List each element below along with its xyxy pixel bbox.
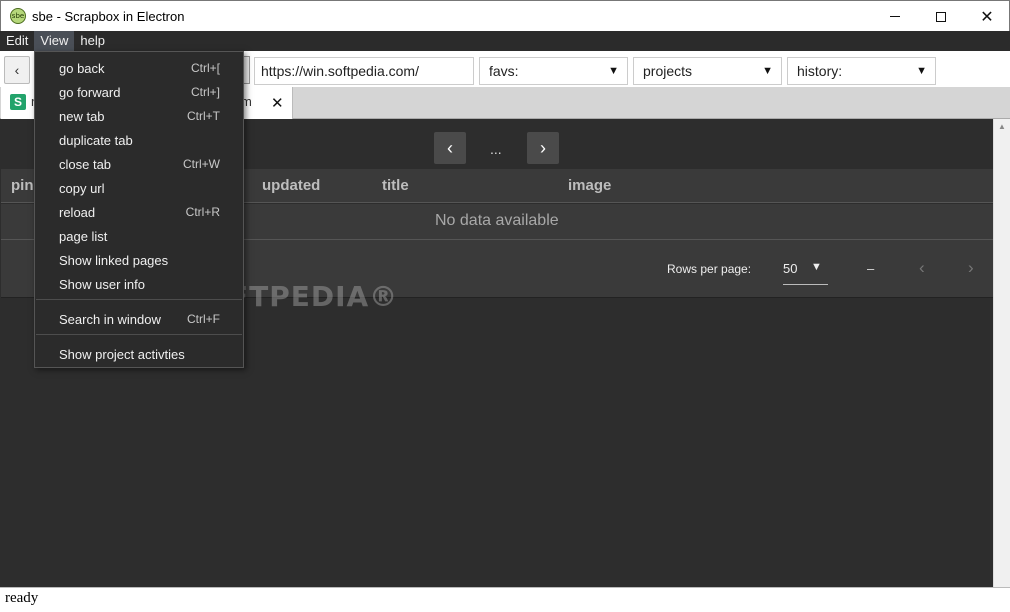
app-icon: sbe: [10, 8, 26, 24]
chevron-right-icon: ›: [540, 137, 546, 158]
favs-select[interactable]: favs: ▼: [479, 57, 628, 85]
menu-item-new-tab[interactable]: new tab Ctrl+T: [35, 104, 243, 128]
favs-select-value: favs:: [489, 63, 519, 79]
menu-item-label: Search in window: [59, 312, 161, 327]
vertical-scrollbar[interactable]: ▲: [993, 119, 1010, 587]
menu-item-go-forward[interactable]: go forward Ctrl+]: [35, 80, 243, 104]
rows-per-page-select[interactable]: 50 ▼: [783, 257, 828, 285]
menu-item-shortcut: Ctrl+F: [187, 312, 220, 326]
menu-item-search-in-window[interactable]: Search in window Ctrl+F: [35, 307, 243, 331]
status-bar: ready: [0, 587, 1010, 612]
table-next-page-icon[interactable]: ›: [968, 258, 974, 278]
menu-item-label: Show user info: [59, 277, 145, 292]
menu-view[interactable]: View: [34, 31, 75, 51]
menu-item-show-project-activities[interactable]: Show project activties: [35, 342, 243, 366]
empty-table-message: No data available: [435, 212, 559, 229]
column-header-title[interactable]: title: [382, 177, 409, 194]
menu-item-label: new tab: [59, 109, 105, 124]
menu-bar: Edit View help: [0, 31, 1010, 51]
menu-item-duplicate-tab[interactable]: duplicate tab: [35, 128, 243, 152]
menu-item-label: duplicate tab: [59, 133, 133, 148]
column-header-image[interactable]: image: [568, 177, 611, 194]
menu-item-label: go forward: [59, 85, 121, 100]
menu-item-close-tab[interactable]: close tab Ctrl+W: [35, 152, 243, 176]
back-button[interactable]: ‹: [4, 56, 30, 84]
page-range-text: –: [867, 261, 875, 276]
projects-select-value: projects: [643, 63, 693, 79]
menu-item-shortcut: Ctrl+R: [185, 205, 220, 219]
column-header-pin[interactable]: pin: [11, 177, 34, 194]
menu-item-label: copy url: [59, 181, 105, 196]
menu-item-label: reload: [59, 205, 96, 220]
chevron-down-icon: ▼: [608, 65, 619, 77]
url-input[interactable]: [254, 57, 474, 85]
history-select[interactable]: history: ▼: [787, 57, 936, 85]
tab-close-icon[interactable]: ✕: [271, 94, 284, 112]
status-text: ready: [5, 590, 39, 606]
menu-item-label: page list: [59, 229, 108, 244]
chevron-down-icon: ▼: [811, 261, 822, 273]
menu-item-label: Show linked pages: [59, 253, 169, 268]
menu-item-shortcut: Ctrl+]: [190, 85, 220, 99]
menu-item-shortcut: Ctrl+W: [183, 157, 220, 171]
menu-item-go-back[interactable]: go back Ctrl+[: [35, 56, 243, 80]
favicon-icon: S: [10, 94, 26, 110]
history-select-value: history:: [797, 63, 843, 79]
maximize-icon: [936, 11, 946, 22]
menu-item-copy-url[interactable]: copy url: [35, 176, 243, 200]
menu-item-label: close tab: [59, 157, 112, 172]
menu-item-show-linked-pages[interactable]: Show linked pages: [35, 248, 243, 272]
minimize-button[interactable]: [872, 1, 918, 32]
next-page-button[interactable]: ›: [527, 132, 559, 164]
chevron-down-icon: ▼: [762, 65, 773, 77]
rows-per-page-label: Rows per page:: [667, 262, 752, 276]
menu-help[interactable]: help: [74, 31, 111, 51]
prev-page-button[interactable]: ‹: [434, 132, 466, 164]
rows-per-page-value: 50: [783, 261, 798, 276]
menu-item-reload[interactable]: reload Ctrl+R: [35, 200, 243, 224]
title-bar: sbe sbe - Scrapbox in Electron ✕: [0, 0, 1010, 31]
chevron-left-icon: ‹: [14, 62, 20, 78]
close-window-button[interactable]: ✕: [964, 1, 1010, 32]
window-title: sbe - Scrapbox in Electron: [32, 8, 185, 24]
menu-separator: [36, 299, 242, 300]
table-prev-page-icon[interactable]: ‹: [919, 258, 925, 278]
menu-item-shortcut: Ctrl+[: [190, 61, 220, 75]
chevron-down-icon: ▼: [916, 65, 927, 77]
column-header-updated[interactable]: updated: [262, 177, 320, 194]
minimize-icon: [890, 16, 900, 17]
menu-item-shortcut: Ctrl+T: [187, 109, 220, 123]
menu-item-page-list[interactable]: page list: [35, 224, 243, 248]
menu-item-label: go back: [59, 61, 105, 76]
maximize-button[interactable]: [918, 1, 964, 32]
scroll-up-arrow-icon[interactable]: ▲: [998, 122, 1006, 131]
projects-select[interactable]: projects ▼: [633, 57, 782, 85]
menu-separator: [36, 334, 242, 335]
menu-edit[interactable]: Edit: [0, 31, 34, 51]
chevron-left-icon: ‹: [447, 137, 453, 158]
menu-item-label: Show project activties: [59, 347, 185, 362]
view-menu-dropdown: go back Ctrl+[ go forward Ctrl+] new tab…: [34, 51, 244, 368]
menu-item-show-user-info[interactable]: Show user info: [35, 272, 243, 296]
pager-ellipsis: ...: [490, 141, 502, 157]
